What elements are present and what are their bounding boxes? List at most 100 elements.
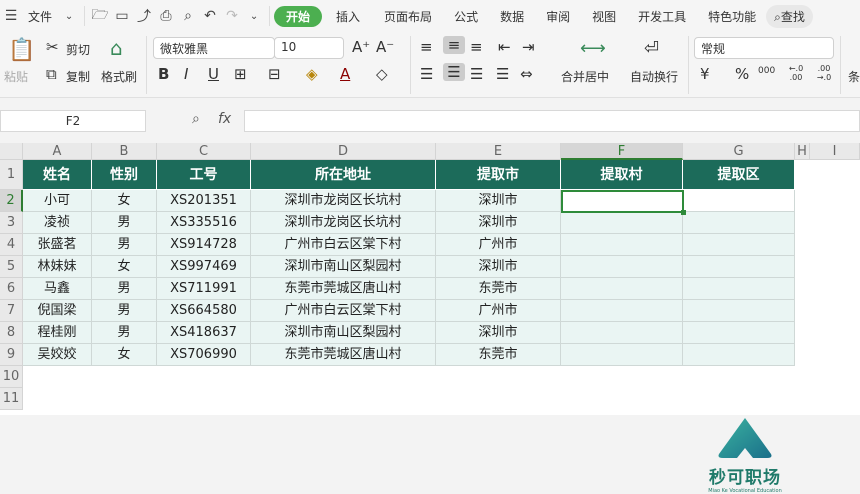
column-header[interactable]: G [683, 143, 795, 160]
wrap-text-button[interactable]: 自动换行 [630, 68, 678, 85]
borders-icon[interactable]: ⊞ [234, 65, 247, 83]
cell-style-icon[interactable]: ⊟ [268, 65, 281, 83]
merge-icon[interactable]: ⟷ [580, 38, 606, 59]
row-header[interactable]: 10 [0, 366, 23, 388]
bold-icon[interactable]: B [158, 65, 169, 83]
table-cell[interactable]: 东莞市莞城区唐山村 [251, 278, 436, 300]
row-header[interactable]: 1 [0, 160, 23, 190]
percent-button[interactable]: % [735, 65, 749, 83]
table-cell[interactable]: 女 [92, 344, 157, 366]
table-cell[interactable]: XS418637 [157, 322, 251, 344]
tab-formulas[interactable]: 公式 [448, 8, 484, 25]
column-header[interactable]: E [436, 143, 561, 160]
table-cell[interactable]: 东莞市 [436, 278, 561, 300]
table-cell[interactable]: 深圳市南山区梨园村 [251, 256, 436, 278]
table-cell[interactable]: 倪国梁 [23, 300, 92, 322]
row-header[interactable]: 7 [0, 300, 23, 322]
table-cell[interactable]: XS914728 [157, 234, 251, 256]
table-cell[interactable] [561, 212, 683, 234]
format-painter-button[interactable]: 格式刷 [101, 68, 137, 85]
zoom-icon[interactable]: ⌕ [192, 111, 200, 127]
row-header[interactable]: 11 [0, 388, 23, 410]
formula-input[interactable] [244, 110, 860, 132]
outdent-icon[interactable]: ⇤ [498, 38, 511, 56]
header-cell[interactable]: 所在地址 [251, 160, 436, 190]
print-icon[interactable]: ⎙ [155, 8, 177, 24]
header-cell[interactable]: 提取村 [561, 160, 683, 190]
tab-insert[interactable]: 插入 [330, 8, 366, 25]
header-cell[interactable]: 提取区 [683, 160, 795, 190]
table-cell[interactable]: 女 [92, 190, 157, 212]
copy-button[interactable]: 复制 [66, 68, 90, 85]
table-cell[interactable]: 广州市 [436, 234, 561, 256]
align-top-icon[interactable]: ≡ [420, 38, 433, 56]
table-cell[interactable]: 凌祯 [23, 212, 92, 234]
row-header[interactable]: 6 [0, 278, 23, 300]
selected-cell-f2[interactable] [561, 190, 686, 215]
table-cell[interactable]: 张盛茗 [23, 234, 92, 256]
table-cell[interactable]: 林妹妹 [23, 256, 92, 278]
column-header[interactable]: C [157, 143, 251, 160]
font-size-select[interactable]: 10 [274, 37, 344, 59]
align-right-icon[interactable]: ☰ [470, 65, 483, 83]
paste-button[interactable]: 粘贴 [4, 68, 28, 85]
clear-icon[interactable]: ◇ [376, 65, 388, 83]
distribute-icon[interactable]: ⇔ [520, 65, 533, 83]
open-icon[interactable]: 🗁 [89, 4, 111, 28]
indent-icon[interactable]: ⇥ [522, 38, 535, 56]
tab-review[interactable]: 审阅 [540, 8, 576, 25]
table-cell[interactable]: XS711991 [157, 278, 251, 300]
table-cell[interactable]: 女 [92, 256, 157, 278]
table-cell[interactable] [683, 256, 795, 278]
font-name-select[interactable]: 微软雅黑 [153, 37, 275, 59]
column-header[interactable]: I [810, 143, 860, 160]
column-header[interactable]: H [795, 143, 810, 160]
header-cell[interactable]: 姓名 [23, 160, 92, 190]
table-cell[interactable]: 深圳市 [436, 212, 561, 234]
table-cell[interactable] [683, 278, 795, 300]
table-cell[interactable] [561, 322, 683, 344]
table-cell[interactable] [561, 256, 683, 278]
table-cell[interactable]: 男 [92, 300, 157, 322]
table-cell[interactable] [683, 344, 795, 366]
name-box[interactable]: F2 [0, 110, 146, 132]
tab-page-layout[interactable]: 页面布局 [378, 8, 438, 25]
table-cell[interactable]: 广州市 [436, 300, 561, 322]
tab-data[interactable]: 数据 [494, 8, 530, 25]
align-left-icon[interactable]: ☰ [420, 65, 433, 83]
redo-icon[interactable]: ↷ [221, 8, 243, 24]
decrease-decimal-button[interactable]: .00 →.0 [814, 64, 834, 82]
table-cell[interactable] [683, 322, 795, 344]
row-header[interactable]: 5 [0, 256, 23, 278]
increase-font-icon[interactable]: A⁺ [352, 38, 370, 56]
row-header[interactable]: 3 [0, 212, 23, 234]
chevron-down-icon[interactable]: ⌄ [58, 11, 80, 22]
table-cell[interactable]: 马鑫 [23, 278, 92, 300]
cut-button[interactable]: 剪切 [66, 41, 90, 58]
customize-icon[interactable]: ⌄ [243, 11, 265, 22]
table-cell[interactable] [561, 344, 683, 366]
undo-icon[interactable]: ↶ [199, 8, 221, 24]
table-cell[interactable]: 男 [92, 322, 157, 344]
paste-icon[interactable]: 📋 [8, 38, 35, 63]
align-middle-icon[interactable]: ≡ [443, 36, 465, 54]
table-cell[interactable]: 深圳市龙岗区长坑村 [251, 212, 436, 234]
table-cell[interactable]: XS997469 [157, 256, 251, 278]
table-cell[interactable]: 男 [92, 234, 157, 256]
decrease-font-icon[interactable]: A⁻ [376, 38, 394, 56]
table-cell[interactable]: XS201351 [157, 190, 251, 212]
copy-icon[interactable]: ⧉ [46, 65, 57, 83]
table-cell[interactable] [683, 190, 795, 212]
tab-home[interactable]: 开始 [274, 5, 323, 27]
table-cell[interactable]: 深圳市龙岗区长坑村 [251, 190, 436, 212]
table-cell[interactable] [683, 212, 795, 234]
scissors-icon[interactable]: ✂ [46, 38, 59, 56]
wrap-text-icon[interactable]: ⏎ [644, 38, 659, 59]
print-preview-icon[interactable]: ⌕ [177, 8, 199, 24]
row-header[interactable]: 9 [0, 344, 23, 366]
header-cell[interactable]: 性别 [92, 160, 157, 190]
column-header[interactable]: F [561, 143, 683, 160]
table-cell[interactable]: 东莞市莞城区唐山村 [251, 344, 436, 366]
table-cell[interactable]: XS706990 [157, 344, 251, 366]
table-cell[interactable]: 男 [92, 278, 157, 300]
